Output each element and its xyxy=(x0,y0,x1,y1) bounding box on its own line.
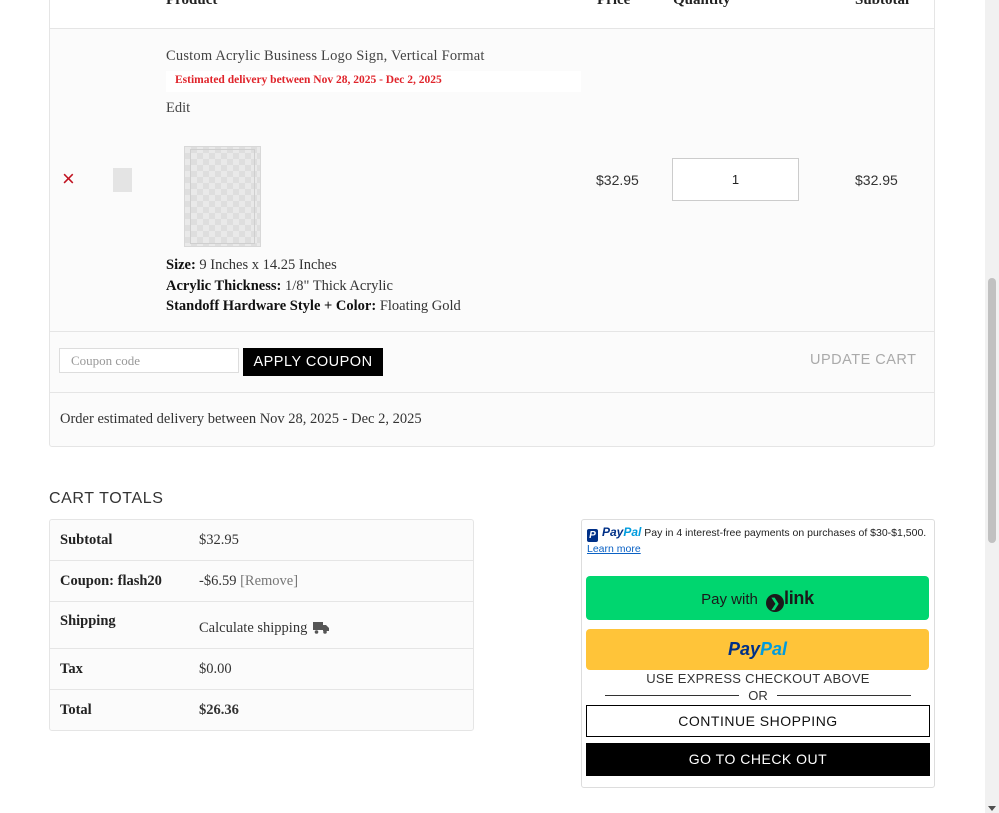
attribute-size: Size: 9 Inches x 14.25 Inches xyxy=(166,257,337,273)
subtotal-value: $32.95 xyxy=(199,532,239,548)
header-quantity: Quantity xyxy=(673,0,731,8)
attribute-thickness: Acrylic Thickness: 1/8" Thick Acrylic xyxy=(166,277,393,294)
scrollbar-thumb[interactable] xyxy=(988,278,996,543)
apply-coupon-button[interactable]: APPLY COUPON xyxy=(243,348,383,376)
subtotal-label: Subtotal xyxy=(60,532,113,548)
shipping-label: Shipping xyxy=(60,613,116,629)
coupon-label: Coupon: flash20 xyxy=(60,573,162,589)
link-chevron-icon: ❯ xyxy=(766,594,785,612)
express-checkout-note: USE EXPRESS CHECKOUT ABOVE xyxy=(646,671,870,686)
edit-item-link[interactable]: Edit xyxy=(166,100,190,117)
continue-shopping-button[interactable]: CONTINUE SHOPPING xyxy=(586,705,930,737)
row-divider xyxy=(49,331,935,332)
product-thumbnail[interactable] xyxy=(113,168,132,192)
or-divider-right xyxy=(777,695,911,696)
page-scrollbar[interactable] xyxy=(985,0,999,813)
tax-value: $0.00 xyxy=(199,661,232,677)
quantity-input[interactable]: 1 xyxy=(672,158,799,201)
totals-row-total: Total $26.36 xyxy=(50,690,473,731)
totals-row-tax: Tax $0.00 xyxy=(50,649,473,690)
coupon-value: -$6.59 [Remove] xyxy=(199,573,299,589)
remove-coupon-link[interactable]: [Remove] xyxy=(240,573,298,589)
product-name-link[interactable]: Custom Acrylic Business Logo Sign, Verti… xyxy=(166,48,485,65)
totals-row-coupon: Coupon: flash20 -$6.59 [Remove] xyxy=(50,561,473,602)
paypal-icon: P xyxy=(587,529,598,542)
total-label: Total xyxy=(60,702,92,718)
attribute-hardware: Standoff Hardware Style + Color: Floatin… xyxy=(166,298,461,314)
item-delivery-note: Estimated delivery between Nov 28, 2025 … xyxy=(166,71,581,92)
header-price: Price xyxy=(597,0,631,8)
paypal-pay-later-message: P PayPal Pay in 4 interest-free payments … xyxy=(587,525,927,555)
item-subtotal: $32.95 xyxy=(855,172,898,188)
go-to-checkout-button[interactable]: GO TO CHECK OUT xyxy=(586,743,930,776)
item-price: $32.95 xyxy=(596,172,639,188)
order-delivery-estimate: Order estimated delivery between Nov 28,… xyxy=(60,411,422,427)
product-preview-image xyxy=(184,146,261,247)
remove-item-icon[interactable]: × xyxy=(62,168,75,190)
cart-table-header: Product Price Quantity Subtotal xyxy=(50,0,934,29)
total-value: $26.36 xyxy=(199,702,239,718)
totals-row-shipping: Shipping Calculate shipping xyxy=(50,602,473,649)
product-attributes: Size: 9 Inches x 14.25 Inches Acrylic Th… xyxy=(166,255,461,317)
header-subtotal: Subtotal xyxy=(855,0,910,8)
coupon-code-input[interactable]: Coupon code xyxy=(59,348,239,373)
cart-totals-table: Subtotal $32.95 Coupon: flash20 -$6.59 [… xyxy=(49,519,474,731)
pay-with-link-button[interactable]: Pay with ❯ link xyxy=(586,576,929,620)
scroll-down-arrow-icon[interactable] xyxy=(988,806,996,811)
update-cart-button[interactable]: UPDATE CART xyxy=(810,352,916,368)
row-divider xyxy=(49,392,935,393)
header-product: Product xyxy=(166,0,218,8)
cart-table: Product Price Quantity Subtotal xyxy=(49,0,935,447)
paypal-button[interactable]: PayPal xyxy=(586,629,929,670)
totals-row-subtotal: Subtotal $32.95 xyxy=(50,520,473,561)
tax-label: Tax xyxy=(60,661,83,677)
truck-icon xyxy=(313,621,330,639)
calculate-shipping-link[interactable]: Calculate shipping xyxy=(199,620,330,639)
learn-more-link[interactable]: Learn more xyxy=(587,543,641,555)
express-checkout-panel: P PayPal Pay in 4 interest-free payments … xyxy=(581,519,935,788)
cart-totals-title: CART TOTALS xyxy=(49,490,164,507)
paypal-logo: P PayPal xyxy=(587,525,641,542)
